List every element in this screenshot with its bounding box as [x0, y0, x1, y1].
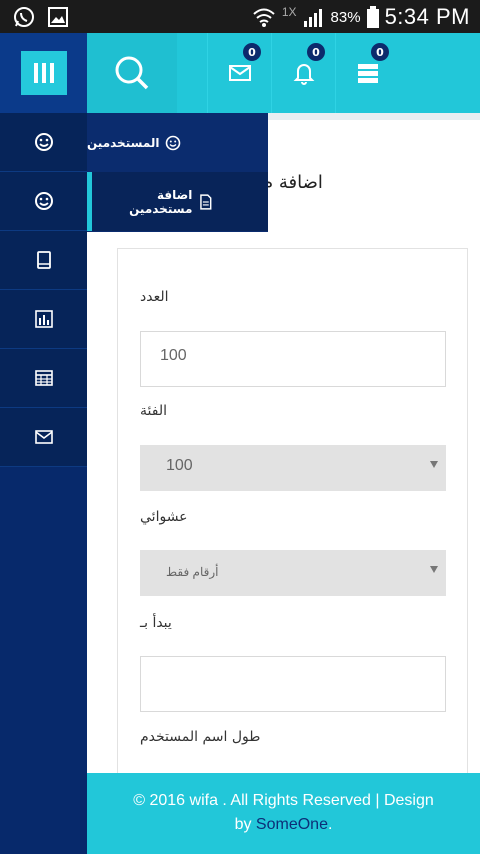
sidebar-item-book[interactable] [0, 231, 87, 290]
submenu-item-label: اضافة مستخدمين [129, 187, 193, 216]
servers-button[interactable]: 0 [335, 33, 399, 113]
add-users-form: العدد 100 الفئة 100 عشوائي أرقام فقط يبد… [117, 248, 468, 808]
starts-with-label: يبدأ بـ [140, 615, 172, 631]
book-icon [36, 251, 51, 269]
servers-badge: 0 [369, 41, 391, 63]
notifications-button[interactable]: 0 [271, 33, 335, 113]
starts-with-input[interactable] [140, 656, 446, 712]
sidebar-item-reports[interactable] [0, 290, 87, 349]
battery-percent: 83% [330, 8, 361, 26]
count-label: العدد [140, 289, 169, 305]
document-icon [200, 193, 212, 210]
credit-by: by [234, 816, 252, 833]
username-length-label: طول اسم المستخدم [140, 729, 261, 745]
random-label: عشوائي [140, 509, 188, 525]
designer-link[interactable]: SomeOne [256, 816, 328, 833]
smiley-icon [34, 192, 53, 210]
caret-down-icon [430, 566, 438, 573]
search-icon [115, 56, 149, 90]
random-value: أرقام فقط [166, 565, 219, 579]
search-button[interactable] [87, 33, 177, 113]
server-icon [357, 64, 378, 83]
signal-icon [303, 9, 322, 27]
battery-icon [366, 6, 379, 28]
bar-chart-icon [34, 310, 53, 328]
category-select[interactable]: 100 [140, 445, 446, 491]
count-value: 100 [160, 347, 187, 364]
sidebar-header [0, 33, 87, 113]
category-label: الفئة [140, 403, 167, 419]
sidebar-item-users[interactable] [0, 113, 87, 172]
mail-icon [34, 430, 53, 444]
messages-badge: 0 [241, 41, 263, 63]
category-value: 100 [166, 457, 193, 474]
smiley-icon [34, 133, 53, 151]
whatsapp-icon [14, 7, 34, 27]
messages-button[interactable]: 0 [207, 33, 271, 113]
count-input[interactable]: 100 [140, 331, 446, 387]
page-title: اضافة م [262, 172, 323, 193]
menu-toggle-button[interactable] [20, 51, 67, 95]
clock: 5:34 PM [384, 4, 470, 29]
credit-end: . [327, 816, 333, 833]
gallery-icon [48, 7, 68, 27]
sidebar-item-profiles[interactable] [0, 172, 87, 231]
wifi-icon [253, 8, 275, 27]
notifications-badge: 0 [305, 41, 327, 63]
sidebar-item-mail[interactable] [0, 408, 87, 467]
smiley-icon [166, 135, 181, 150]
bell-icon [293, 64, 314, 85]
table-icon [34, 370, 53, 386]
submenu-item-label: المستخدمين [87, 135, 160, 150]
submenu-item-add-users[interactable]: اضافة مستخدمين [87, 172, 268, 231]
envelope-icon [228, 65, 251, 81]
sidebar [0, 33, 87, 854]
footer: © 2016 wifa . All Rights Reserved | Desi… [87, 773, 480, 854]
network-type: 1X [281, 5, 297, 19]
top-header: 0 0 0 [87, 33, 480, 113]
footer-credit: by SomeOne. [87, 813, 480, 837]
caret-down-icon [430, 461, 438, 468]
copyright-text: © 2016 wifa . All Rights Reserved | Desi… [133, 792, 434, 809]
submenu-item-users[interactable]: المستخدمين [87, 113, 268, 172]
random-select[interactable]: أرقام فقط [140, 550, 446, 596]
sidebar-item-table[interactable] [0, 349, 87, 408]
users-submenu: المستخدمين اضافة مستخدمين [87, 113, 268, 232]
status-bar: 1X 83% 5:34 PM [0, 0, 480, 33]
